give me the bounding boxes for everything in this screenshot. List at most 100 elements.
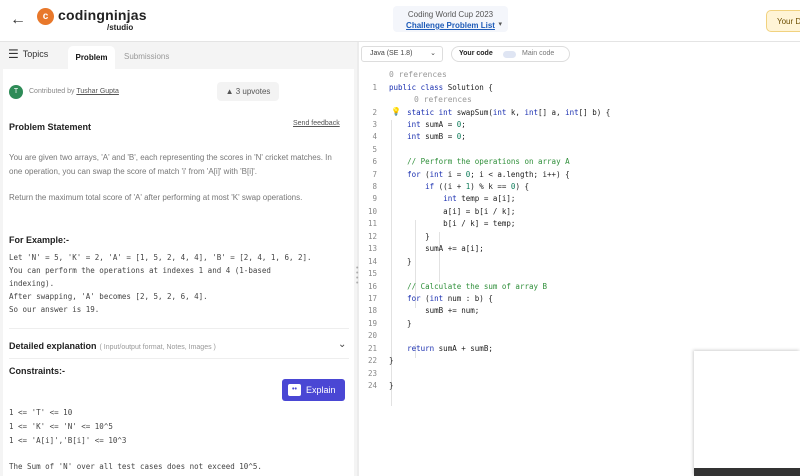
problem-tabs: ☰ Topics Problem Submissions [0, 42, 357, 69]
line-number: 18 [367, 306, 377, 315]
toggle-switch[interactable] [503, 51, 516, 58]
code-line[interactable]: } [389, 257, 412, 266]
chevron-down-icon: ⌄ [430, 50, 436, 57]
chevron-down-icon[interactable]: ⌄ [338, 339, 346, 350]
code-line[interactable]: for (int num : b) { [389, 294, 493, 303]
line-number: 9 [372, 194, 377, 203]
back-arrow-icon[interactable]: ← [10, 11, 26, 29]
line-number: 17 [367, 294, 377, 303]
language-label: Java (SE 1.8) [370, 50, 413, 57]
line-number: 8 [372, 182, 377, 191]
contributor-link[interactable]: Tushar Gupta [76, 88, 119, 95]
divider [9, 328, 349, 329]
avatar: T [9, 85, 23, 99]
main-code-label[interactable]: Main code [522, 50, 554, 57]
floating-popup[interactable] [694, 351, 800, 476]
line-number: 4 [372, 132, 377, 141]
line-number: 14 [367, 257, 377, 266]
code-line[interactable]: int sumB = 0; [389, 132, 466, 141]
contributed-by: Contributed by Tushar Gupta [29, 88, 119, 95]
explain-label: Explain [306, 385, 336, 395]
line-number: 1 [372, 83, 377, 92]
tab-submissions[interactable]: Submissions [124, 52, 169, 61]
event-title: Coding World Cup 2023 [407, 10, 494, 19]
code-lens-references[interactable]: 0 references [414, 95, 472, 104]
explain-button[interactable]: •• Explain [282, 379, 345, 401]
code-lens-references[interactable]: 0 references [389, 70, 447, 79]
code-line[interactable]: sumB += num; [389, 306, 479, 315]
line-number: 24 [367, 381, 377, 390]
statement-paragraph: You are given two arrays, 'A' and 'B', e… [9, 153, 332, 176]
line-number: 16 [367, 282, 377, 291]
line-number: 23 [367, 369, 377, 378]
upvote-button[interactable]: ▲ 3 upvotes [217, 82, 279, 101]
line-number: 5 [372, 145, 377, 154]
line-number: 10 [367, 207, 377, 216]
line-number: 3 [372, 120, 377, 129]
tab-topics-label: Topics [22, 49, 49, 59]
codingninjas-logo-icon[interactable]: c [37, 8, 54, 25]
constraint-footer: The Sum of 'N' over all test cases does … [9, 462, 262, 471]
code-line[interactable]: } [389, 232, 430, 241]
your-code-label[interactable]: Your code [459, 50, 493, 57]
event-selector[interactable]: Coding World Cup 2023 Challenge Problem … [393, 6, 508, 32]
upvote-count: 3 upvotes [235, 87, 271, 96]
code-line[interactable]: // Calculate the sum of array B [389, 282, 547, 291]
logo-subtext: /studio [107, 23, 134, 32]
editor-toolbar: Java (SE 1.8) ⌄ Your code Main code [359, 42, 800, 66]
code-line[interactable]: sumA += a[i]; [389, 244, 484, 253]
robot-icon: •• [288, 384, 301, 396]
code-line[interactable]: a[i] = b[i / k]; [389, 207, 515, 216]
line-number: 11 [367, 219, 377, 228]
code-line[interactable]: for (int i = 0; i < a.length; i++) { [389, 170, 570, 179]
code-line[interactable]: } [389, 381, 394, 390]
challenge-problem-list-link[interactable]: Challenge Problem List [393, 21, 508, 30]
constraint-line: 1 <= 'T' <= 10 [9, 408, 73, 417]
language-select[interactable]: Java (SE 1.8) ⌄ [361, 46, 443, 62]
code-line[interactable]: public class Solution { [389, 83, 493, 92]
code-line[interactable]: } [389, 319, 412, 328]
line-number: 2 [372, 108, 377, 117]
line-number: 19 [367, 319, 377, 328]
code-line[interactable]: b[i / k] = temp; [389, 219, 515, 228]
example-line: indexing). [9, 279, 55, 288]
tab-topics[interactable]: ☰ Topics [8, 47, 48, 61]
detailed-explanation-title: Detailed explanation [9, 341, 97, 351]
constraint-line: 1 <= 'K' <= 'N' <= 10^5 [9, 422, 113, 431]
code-line[interactable]: } [389, 356, 394, 365]
example-line: So our answer is 19. [9, 305, 100, 314]
line-number: 12 [367, 232, 377, 241]
popup-footer-bar [694, 468, 800, 476]
logo-text[interactable]: codingninjas [58, 7, 147, 23]
indent-guide [439, 232, 440, 282]
line-number: 13 [367, 244, 377, 253]
top-bar: ← c codingninjas /studio Coding World Cu… [0, 0, 800, 42]
line-number: 6 [372, 157, 377, 166]
example-title: For Example:- [9, 235, 70, 245]
statement-paragraph: Return the maximum total score of 'A' af… [9, 193, 303, 202]
code-line[interactable]: return sumA + sumB; [389, 344, 493, 353]
problem-statement-title: Problem Statement [9, 122, 92, 132]
tab-problem[interactable]: Problem [68, 46, 115, 69]
code-view-toggle[interactable]: Your code Main code [451, 46, 570, 62]
code-line[interactable]: if ((i + 1) % k == 0) { [389, 182, 529, 191]
example-line: You can perform the operations at indexe… [9, 266, 271, 275]
line-number: 21 [367, 344, 377, 353]
constraints-title: Constraints:- [9, 366, 65, 376]
menu-icon: ☰ [8, 47, 19, 61]
example-line: Let 'N' = 5, 'K' = 2, 'A' = [1, 5, 2, 4,… [9, 253, 312, 262]
code-line[interactable]: static int swapSum(int k, int[] a, int[]… [389, 108, 610, 117]
problem-panel: ☰ Topics Problem Submissions T Contribute… [0, 42, 357, 476]
contributed-by-label: Contributed by [29, 88, 75, 95]
constraint-line: 1 <= 'A[i]','B[i]' <= 10^3 [9, 436, 127, 445]
code-line[interactable]: int sumA = 0; [389, 120, 466, 129]
detailed-explanation-toggle[interactable]: Detailed explanation( Input/output forma… [9, 341, 216, 351]
send-feedback-link[interactable]: Send feedback [293, 120, 340, 127]
code-line[interactable]: // Perform the operations on array A [389, 157, 570, 166]
your-dashboard-button[interactable]: Your D [766, 10, 800, 32]
line-number: 7 [372, 170, 377, 179]
upvote-icon: ▲ [225, 87, 234, 96]
code-line[interactable]: int temp = a[i]; [389, 194, 515, 203]
chevron-down-icon: ▾ [498, 21, 502, 28]
line-number: 22 [367, 356, 377, 365]
